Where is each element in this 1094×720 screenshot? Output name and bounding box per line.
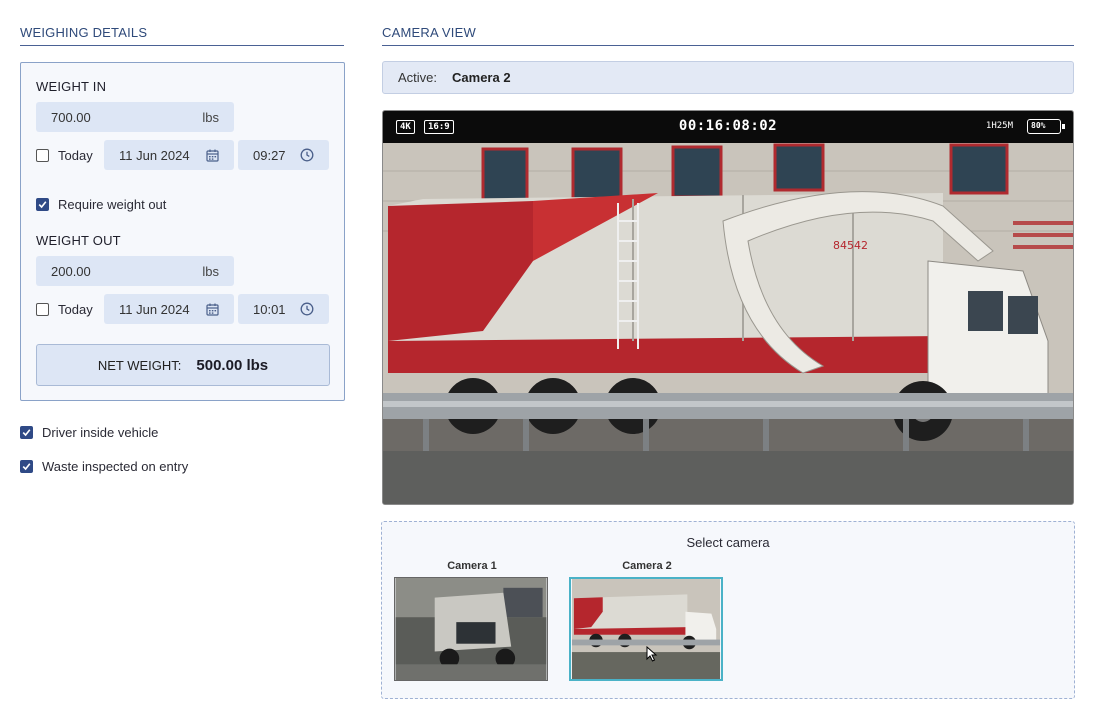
weight-in-date: 11 Jun 2024 — [119, 147, 190, 163]
net-weight-label: NET WEIGHT: — [97, 357, 182, 373]
clock-icon[interactable] — [300, 302, 314, 316]
weight-in-unit: lbs — [202, 109, 219, 125]
active-camera-bar: Active: Camera 2 — [382, 61, 1074, 94]
weight-out-unit: lbs — [202, 263, 219, 279]
weight-out-date-field[interactable]: 11 Jun 2024 — [104, 294, 234, 324]
weight-in-date-field[interactable]: 11 Jun 2024 — [104, 140, 234, 170]
active-label: Active: — [398, 70, 438, 85]
select-camera-title: Select camera — [686, 535, 770, 550]
weight-out-input[interactable]: 200.00 lbs — [36, 256, 234, 286]
weight-in-input[interactable]: 700.00 lbs — [36, 102, 234, 132]
weight-in-time-field[interactable]: 09:27 — [238, 140, 329, 170]
camera-2-label: Camera 2 — [622, 560, 672, 572]
waste-inspected-label: Waste inspected on entry — [42, 459, 189, 474]
calendar-icon[interactable] — [206, 303, 219, 316]
camera-select-panel: Select camera Camera 1 Camera 2 — [381, 521, 1075, 699]
weight-out-date: 11 Jun 2024 — [119, 301, 190, 317]
net-weight-box: NET WEIGHT: 500.00 lbs — [36, 344, 330, 386]
truck-number: 84542 — [833, 239, 868, 252]
checkbox-box[interactable] — [36, 149, 49, 162]
weight-out-time-field[interactable]: 10:01 — [238, 294, 329, 324]
weight-in-label: WEIGHT IN — [36, 79, 107, 94]
calendar-icon[interactable] — [206, 149, 219, 162]
active-camera-name: Camera 2 — [452, 70, 511, 85]
camera-feed[interactable]: 84542 4K 16:9 00:16:08:02 1H25M 80% — [382, 110, 1074, 505]
weight-out-time: 10:01 — [253, 301, 286, 317]
battery-level: 80% — [1031, 121, 1046, 130]
weight-in-time: 09:27 — [253, 147, 286, 163]
checkbox-box[interactable] — [20, 426, 33, 439]
weight-out-today-checkbox[interactable]: Today — [36, 302, 93, 317]
record-remaining: 1H25M — [985, 121, 1013, 131]
waste-inspected-checkbox[interactable]: Waste inspected on entry — [20, 459, 188, 474]
camera-1-image[interactable] — [394, 577, 548, 681]
checkbox-box[interactable] — [36, 198, 49, 211]
weight-out-label: WEIGHT OUT — [36, 233, 121, 248]
camera-feed-image: 84542 — [383, 111, 1073, 504]
driver-inside-label: Driver inside vehicle — [42, 425, 159, 440]
driver-inside-checkbox[interactable]: Driver inside vehicle — [20, 425, 158, 440]
weighing-details-title: WEIGHING DETAILS — [20, 25, 344, 46]
weight-out-today-label: Today — [58, 302, 93, 317]
require-weight-out-checkbox[interactable]: Require weight out — [36, 197, 166, 212]
weight-in-today-label: Today — [58, 148, 93, 163]
checkbox-box[interactable] — [20, 460, 33, 473]
camera-hud: 4K 16:9 00:16:08:02 1H25M 80% — [383, 111, 1073, 143]
timecode: 00:16:08:02 — [678, 118, 778, 134]
require-weight-out-label: Require weight out — [58, 197, 167, 212]
weight-out-value: 200.00 — [51, 263, 91, 279]
clock-icon[interactable] — [300, 148, 314, 162]
camera-2-image[interactable] — [569, 577, 723, 681]
weight-in-today-checkbox[interactable]: Today — [36, 148, 93, 163]
net-weight-value: 500.00 lbs — [196, 356, 269, 374]
checkbox-box[interactable] — [36, 303, 49, 316]
battery-icon: 80% — [1027, 119, 1065, 134]
mouse-cursor-icon — [646, 646, 658, 662]
camera-2-thumbnail[interactable]: Camera 2 — [569, 560, 725, 681]
camera-1-thumbnail[interactable]: Camera 1 — [394, 560, 550, 681]
weighing-details-card: WEIGHT IN 700.00 lbs Today 11 Jun 2024 0… — [20, 62, 345, 401]
camera-1-label: Camera 1 — [447, 560, 497, 572]
weight-in-value: 700.00 — [51, 109, 91, 125]
camera-view-title: CAMERA VIEW — [382, 25, 1074, 46]
